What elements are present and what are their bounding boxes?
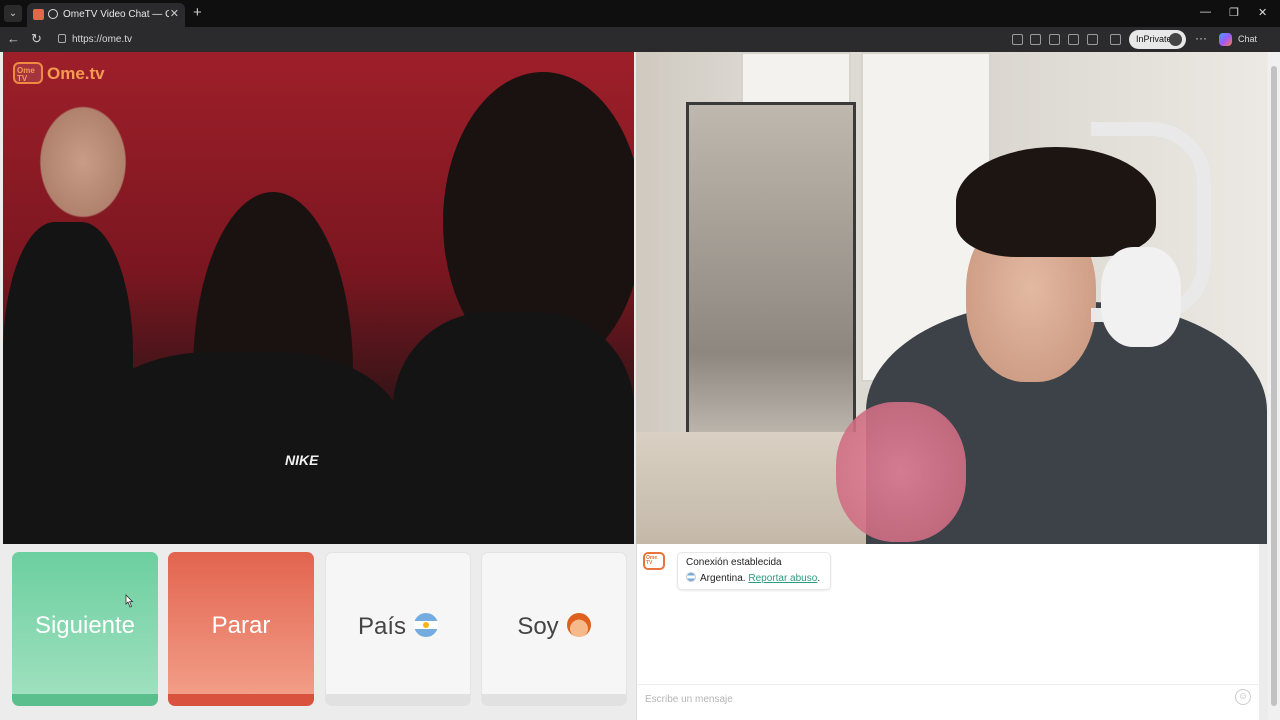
gender-select-label: Soy [517,613,559,640]
nike-logo-text: NIKE [285,452,319,468]
profile-avatar-icon [1169,33,1182,46]
restore-button[interactable]: ❐ [1229,6,1239,19]
page-scrollbar[interactable] [1268,52,1280,720]
ometv-page: NIKE Ome TV Ome.tv Siguiente Parar País … [0,52,1280,720]
site-info-lock-icon[interactable] [58,34,66,43]
address-bar[interactable]: https://ome.tv [50,29,1005,50]
shirt-shape [393,312,634,544]
stranger-country-line: Argentina. Reportar abuso. [686,572,820,584]
system-message: Conexión establecida Argentina. Reportar… [677,552,831,590]
mouse-pointer-icon [125,594,134,608]
url-text: https://ome.tv [72,34,133,45]
gender-select-button[interactable]: Soy [481,552,627,706]
stop-button[interactable]: Parar [168,552,314,706]
gender-select-content: Soy [482,613,626,641]
my-camera-video [636,52,1267,544]
next-button-label: Siguiente [34,612,136,639]
message-composer: ☺ [637,684,1259,711]
new-tab-button[interactable]: + [193,4,202,21]
shirt-shape [3,222,133,544]
browser-toolbar: ← ↻ https://ome.tv InPrivate ··· Chat [0,27,1280,52]
next-button[interactable]: Siguiente [12,552,158,706]
tab-close-button[interactable]: ✕ [170,7,179,20]
tab-recording-icon [48,9,58,19]
copilot-chat-label[interactable]: Chat [1238,34,1257,44]
chat-panel: Ome TV Conexión establecida Argentina. R… [636,544,1259,720]
country-filter-content: País [326,613,470,641]
reading-view-icon[interactable] [1068,34,1079,45]
headset-earcup-shape [1101,247,1181,347]
stop-button-label: Parar [211,612,271,639]
camera-in-use-icon[interactable] [1012,34,1023,45]
translate-icon[interactable] [1030,34,1041,45]
boy-emoji-icon [566,613,591,637]
report-abuse-link[interactable]: Reportar abuso [748,573,817,584]
tracking-prevention-icon[interactable] [1049,34,1060,45]
inprivate-label: InPrivate [1136,34,1172,44]
stranger-country-name: Argentina. [700,573,746,584]
ometv-logo-icon: Ome TV [13,62,43,84]
hand-shape [836,402,966,542]
report-suffix: . [817,573,821,584]
refresh-button[interactable]: ↻ [31,31,42,47]
connection-status-text: Conexión establecida [686,557,782,568]
stranger-video: NIKE Ome TV Ome.tv [3,52,634,544]
close-window-button[interactable]: ✕ [1258,6,1267,19]
back-button[interactable]: ← [7,31,20,46]
copilot-icon[interactable] [1219,33,1232,46]
browser-tab-bar: ⌄ OmeTV Video Chat — Omegle ✕ + — ❐ ✕ [0,0,1280,27]
minimize-button[interactable]: — [1200,6,1211,18]
favorite-star-icon[interactable] [1087,34,1098,45]
downloads-icon[interactable] [1110,34,1121,45]
country-filter-label: País [357,613,407,640]
tab-title: OmeTV Video Chat — Omegle [63,9,169,20]
smiley-icon[interactable]: ☺ [1235,689,1251,705]
tab-site-favicon-icon [33,9,44,20]
inprivate-badge[interactable]: InPrivate [1129,30,1186,49]
argentina-flag-icon [686,572,696,582]
argentina-flag-icon [414,613,439,637]
ometv-logo-text: Ome.tv [47,64,105,83]
ometv-chat-logo-icon: Ome TV [643,552,665,570]
country-filter-button[interactable]: País [325,552,471,706]
settings-more-button[interactable]: ··· [1195,31,1207,45]
mirror-shape [686,102,856,462]
scrollbar-thumb[interactable] [1271,66,1277,706]
browser-tab[interactable]: OmeTV Video Chat — Omegle ✕ [27,3,185,27]
tab-actions-menu-button[interactable]: ⌄ [4,5,22,22]
message-input[interactable] [643,689,1227,709]
